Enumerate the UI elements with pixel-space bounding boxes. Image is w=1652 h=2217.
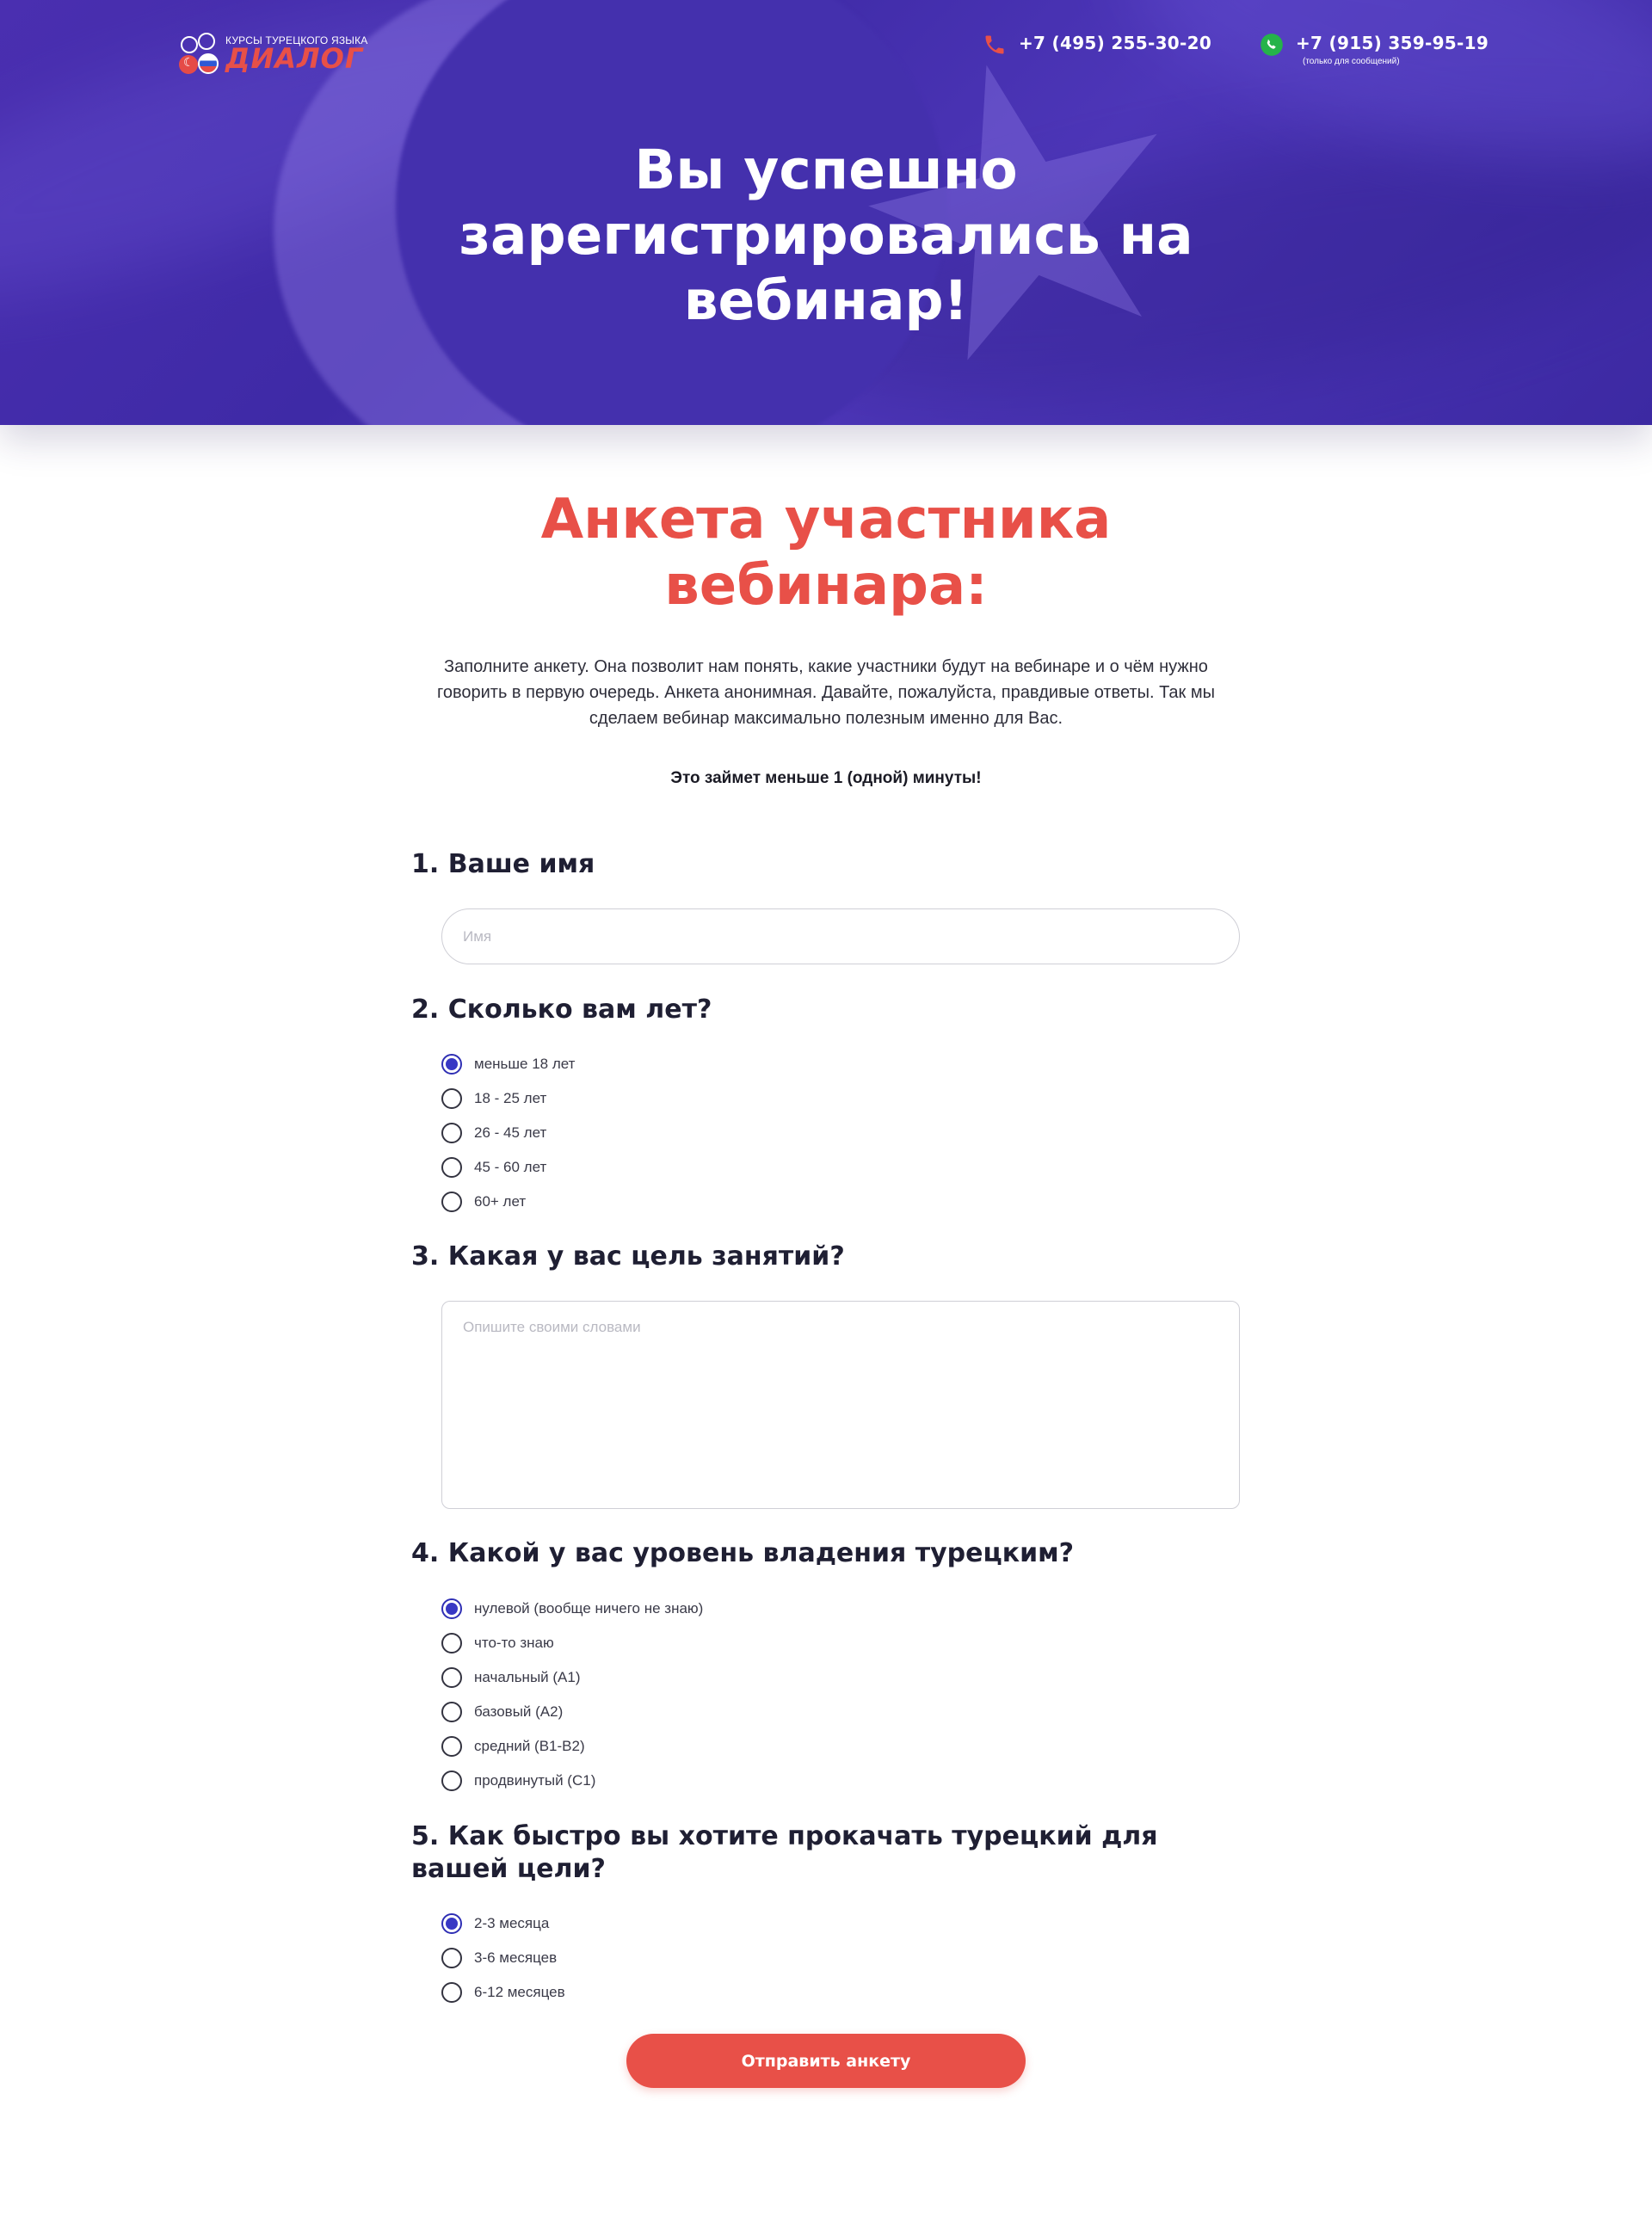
logo-brand: ДИАЛОГ — [225, 42, 364, 75]
radio-button[interactable] — [441, 1982, 462, 2003]
level-option[interactable]: средний (В1-В2) — [441, 1729, 703, 1764]
pace-option[interactable]: 2-3 месяца — [441, 1906, 565, 1941]
question-1-title: 1. Ваше имя — [411, 849, 595, 879]
hero-title: Вы успешно зарегистрировались на вебинар… — [459, 139, 1193, 332]
pace-radio-group: 2-3 месяца 3-6 месяцев 6-12 месяцев — [441, 1906, 565, 2010]
radio-label: 26 - 45 лет — [474, 1124, 547, 1141]
radio-label: 18 - 25 лет — [474, 1090, 547, 1106]
question-4-title: 4. Какой у вас уровень владения турецким… — [411, 1538, 1075, 1568]
radio-label: начальный (А1) — [474, 1669, 581, 1685]
radio-label: 3-6 месяцев — [474, 1949, 558, 1966]
goal-textarea[interactable] — [441, 1301, 1240, 1509]
survey-note: Это займет меньше 1 (одной) минуты! — [670, 769, 982, 787]
level-option[interactable]: базовый (А2) — [441, 1695, 703, 1729]
radio-button[interactable] — [441, 1633, 462, 1654]
hero-banner: КУРСЫ ТУРЕЦКОГО ЯЗЫКА ДИАЛОГ +7 (495) 25… — [0, 0, 1652, 425]
submit-survey-button[interactable]: Отправить анкету — [626, 2034, 1026, 2088]
radio-label: средний (В1-В2) — [474, 1738, 585, 1754]
radio-button[interactable] — [441, 1088, 462, 1109]
whatsapp-number: +7 (915) 359-95-19 — [1296, 33, 1489, 53]
whatsapp-note: (только для сообщений) — [1303, 57, 1400, 66]
phone-number: +7 (495) 255-30-20 — [1019, 33, 1212, 53]
age-option[interactable]: меньше 18 лет — [441, 1047, 575, 1081]
level-option[interactable]: продвинутый (С1) — [441, 1764, 703, 1798]
name-input[interactable] — [441, 908, 1240, 964]
radio-button[interactable] — [441, 1771, 462, 1791]
radio-label: базовый (А2) — [474, 1703, 564, 1720]
radio-button[interactable] — [441, 1157, 462, 1178]
radio-button[interactable] — [441, 1598, 462, 1619]
survey-intro: Заполните анкету. Она позволит нам понят… — [437, 657, 1215, 728]
radio-button[interactable] — [441, 1913, 462, 1934]
level-option[interactable]: нулевой (вообще ничего не знаю) — [441, 1592, 703, 1626]
pace-option[interactable]: 3-6 месяцев — [441, 1941, 565, 1975]
level-option[interactable]: начальный (А1) — [441, 1660, 703, 1695]
question-2-title: 2. Сколько вам лет? — [411, 995, 712, 1025]
age-option[interactable]: 45 - 60 лет — [441, 1150, 575, 1185]
radio-button[interactable] — [441, 1948, 462, 1968]
age-radio-group: меньше 18 лет 18 - 25 лет 26 - 45 лет 45… — [441, 1047, 575, 1219]
radio-label: меньше 18 лет — [474, 1056, 576, 1072]
age-option[interactable]: 26 - 45 лет — [441, 1116, 575, 1150]
radio-label: 45 - 60 лет — [474, 1159, 547, 1175]
radio-button[interactable] — [441, 1702, 462, 1722]
radio-button[interactable] — [441, 1192, 462, 1212]
phone-icon — [985, 35, 1004, 54]
age-option[interactable]: 60+ лет — [441, 1185, 575, 1219]
radio-button[interactable] — [441, 1736, 462, 1757]
age-option[interactable]: 18 - 25 лет — [441, 1081, 575, 1116]
radio-button[interactable] — [441, 1054, 462, 1075]
pace-option[interactable]: 6-12 месяцев — [441, 1975, 565, 2010]
site-logo[interactable]: КУРСЫ ТУРЕЦКОГО ЯЗЫКА ДИАЛОГ — [179, 31, 377, 79]
phone-link[interactable]: +7 (495) 255-30-20 — [983, 33, 1211, 57]
radio-label: нулевой (вообще ничего не знаю) — [474, 1600, 704, 1617]
radio-label: что-то знаю — [474, 1635, 554, 1651]
level-radio-group: нулевой (вообще ничего не знаю) что-то з… — [441, 1592, 703, 1798]
radio-label: 6-12 месяцев — [474, 1984, 565, 2000]
whatsapp-icon — [1261, 34, 1283, 56]
logo-emblem-icon — [179, 33, 220, 76]
radio-label: 2-3 месяца — [474, 1915, 550, 1931]
radio-label: 60+ лет — [474, 1193, 527, 1210]
survey-title: Анкета участника вебинара: — [540, 488, 1112, 618]
level-option[interactable]: что-то знаю — [441, 1626, 703, 1660]
radio-button[interactable] — [441, 1667, 462, 1688]
radio-label: продвинутый (С1) — [474, 1772, 596, 1789]
question-3-title: 3. Какая у вас цель занятий? — [411, 1241, 845, 1272]
question-5-title: 5. Как быстро вы хотите прокачать турецк… — [411, 1821, 1158, 1884]
radio-button[interactable] — [441, 1123, 462, 1143]
whatsapp-link[interactable]: +7 (915) 359-95-19 (только для сообщений… — [1260, 33, 1489, 66]
